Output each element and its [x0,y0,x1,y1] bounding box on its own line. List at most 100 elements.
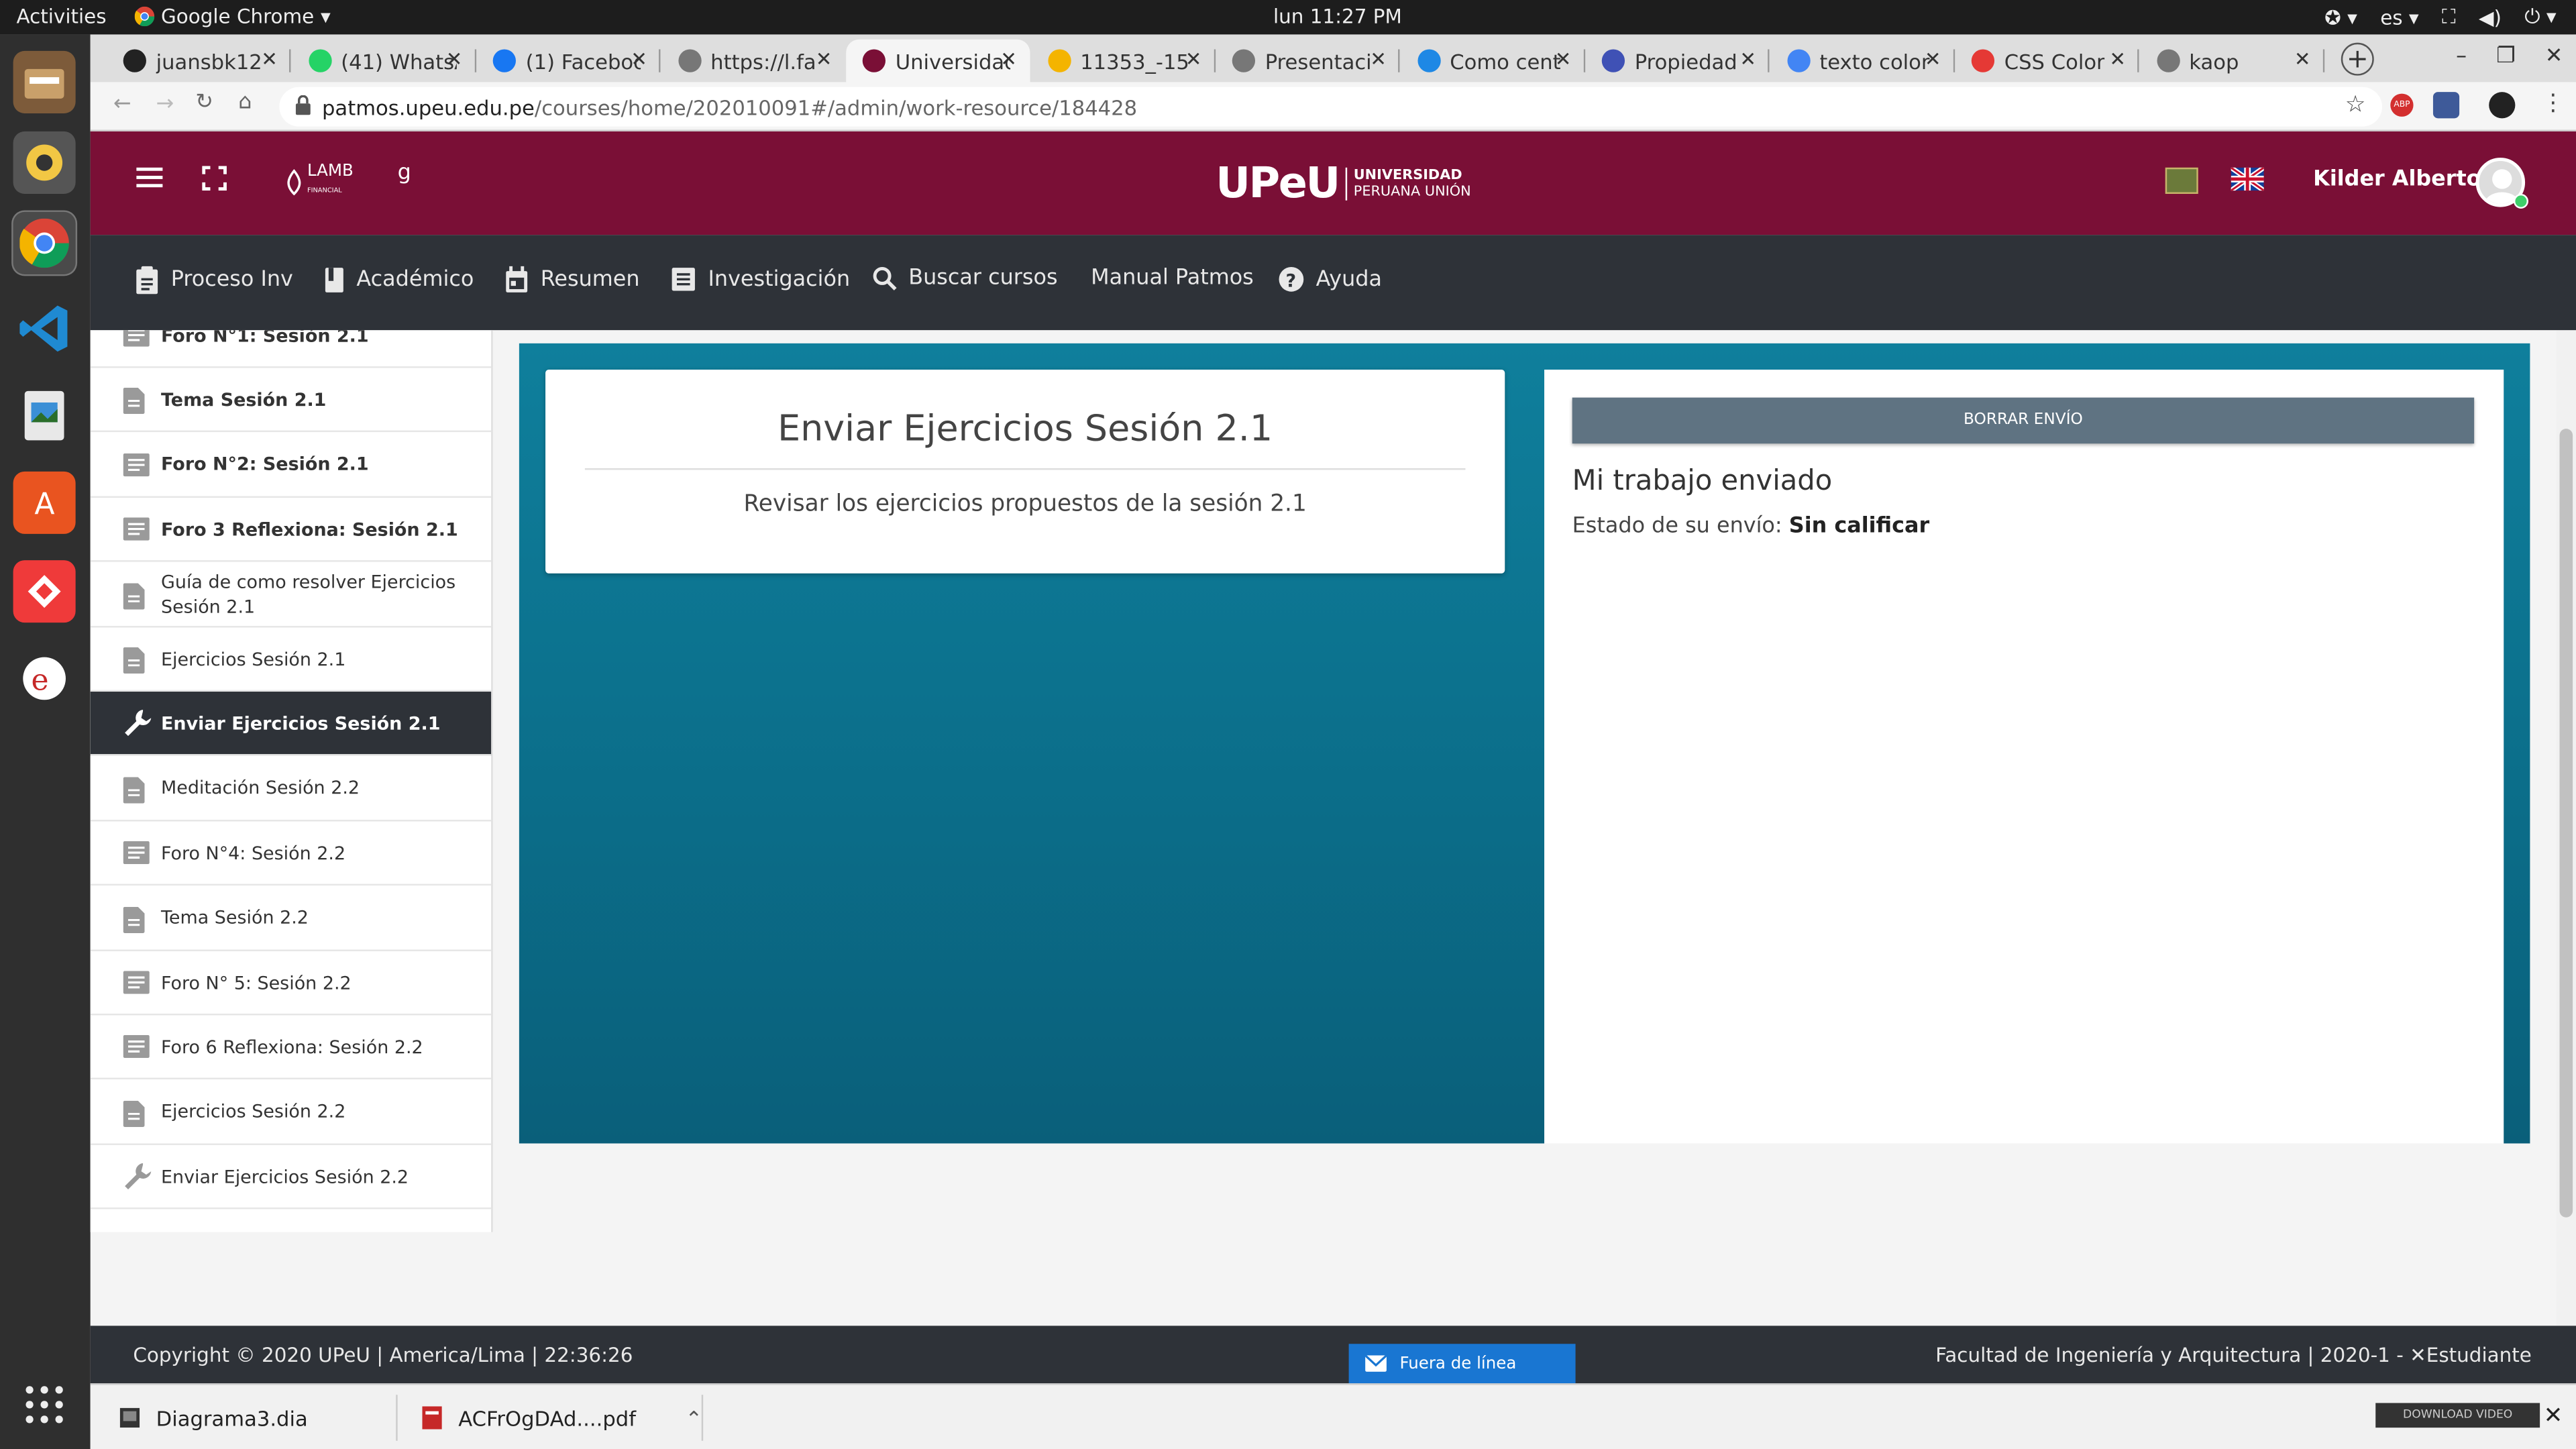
app-menu[interactable]: Google Chrome ▾ [134,5,331,28]
reload-icon[interactable]: ↻ [195,91,213,115]
close-tab-icon[interactable]: ✕ [1370,48,1387,70]
tab-9[interactable]: Propiedad ✕ [1585,40,1770,83]
tab-2[interactable]: (41) WhatsApp✕ [292,40,476,83]
sidebar-item[interactable]: Foro 6 Reflexiona: Sesión 2.2 [90,1016,492,1080]
nav-proceso-inv[interactable]: Proceso Inv [135,266,293,294]
nav-investigacion[interactable]: Investigación [670,266,850,292]
language-indicator[interactable]: es ▾ [2380,6,2419,29]
nav-ayuda[interactable]: ? Ayuda [1278,266,1382,292]
sidebar-item[interactable]: Guía de como resolver Ejercicios Sesión … [90,563,492,627]
page-scrollbar[interactable] [2556,330,2576,1326]
sidebar-item[interactable]: Meditación Sesión 2.2 [90,757,492,821]
status-value: Sin calificar [1788,514,1930,539]
tab-8[interactable]: Como cent ✕ [1401,40,1585,83]
sidebar-item[interactable]: Enviar Ejercicios Sesión 2.1 [90,692,492,757]
accessibility-icon[interactable]: ✪ ▾ [2324,6,2357,29]
close-tab-icon[interactable]: ✕ [1739,48,1756,70]
tab-5[interactable]: Universidad ✕ [846,39,1030,83]
hamburger-icon[interactable] [136,166,163,189]
software-center-icon[interactable]: A [13,471,76,534]
tab-3[interactable]: (1) Facebook✕ [476,40,661,83]
new-tab-button[interactable]: + [2341,42,2374,76]
close-tab-icon[interactable]: ✕ [631,48,647,70]
scrollbar-thumb[interactable] [2559,429,2573,1218]
g-icon[interactable]: g [398,161,411,186]
close-tab-icon[interactable]: ✕ [2109,48,2126,70]
nav-resumen[interactable]: Resumen [504,266,640,294]
chevron-up-icon[interactable]: ⌃ [685,1405,702,1430]
close-tab-icon[interactable]: ✕ [261,48,278,70]
tab-10[interactable]: texto color ✕ [1770,40,1955,83]
volume-icon[interactable]: ◀) [2479,6,2502,29]
show-applications-icon[interactable] [13,1373,76,1436]
activities-button[interactable]: Activities [16,5,106,28]
url-field[interactable]: patmos.upeu.edu.pe/courses/home/20201009… [279,87,2383,127]
nav-academico[interactable]: Académico [323,266,474,294]
language-label: es [2380,5,2403,29]
tab-11[interactable]: CSS Color ✕ [1955,40,2139,83]
close-tab-icon[interactable]: ✕ [816,48,833,70]
minimize-icon[interactable]: – [2456,44,2467,69]
download-item[interactable]: Diagrama3.dia ⌃ [119,1385,440,1449]
power-icon[interactable]: ⏻ ▾ [2524,5,2556,30]
rhythmbox-icon[interactable] [13,131,76,194]
sidebar-item[interactable]: Foro 3 Reflexiona: Sesión 2.1 [90,498,492,563]
delete-submission-button[interactable]: BORRAR ENVÍO [1572,397,2475,444]
sidebar-item-label: Foro N°1: Sesión 2.1 [161,330,369,346]
download-item[interactable]: ACFrOgDAd....pdf ⌃ [422,1385,702,1449]
close-tab-icon[interactable]: ✕ [446,48,463,70]
user-name[interactable]: Kilder Alberto [2313,168,2481,193]
system-tray[interactable]: ✪ ▾ es ▾ ⛶ ◀) ⏻ ▾ [2324,5,2556,30]
close-tab-icon[interactable]: ✕ [2294,48,2311,70]
tab-1[interactable]: juansbk12 ✕ [107,40,291,83]
sidebar-item[interactable]: Foro N°1: Sesión 2.1 [90,330,492,368]
sidebar-item[interactable]: Tema Sesión 2.1 [90,369,492,433]
sidebar-item[interactable]: Enviar Ejercicios Sesión 2.2 [90,1145,492,1210]
tab-6[interactable]: 11353_-15 ✕ [1031,40,1216,83]
favicon-icon [1786,49,1810,72]
download-video-badge[interactable]: DOWNLOAD VIDEO [2375,1403,2540,1428]
close-tab-icon[interactable]: ✕ [1925,48,1941,70]
evince-icon[interactable]: e [13,647,76,710]
sidebar-item[interactable]: Tema Sesión 2.2 [90,886,492,951]
anydesk-icon[interactable] [13,560,76,623]
home-icon[interactable]: ⌂ [238,91,252,115]
maximize-icon[interactable]: ❐ [2496,44,2516,69]
sidebar-item[interactable]: Foro N° 5: Sesión 2.2 [90,951,492,1016]
profile-icon[interactable] [2489,92,2516,119]
extension-icon[interactable] [2432,92,2460,119]
sidebar-item-label: Foro N° 5: Sesión 2.2 [161,971,352,994]
sidebar-item[interactable]: Foro N°4: Sesión 2.2 [90,822,492,886]
sidebar-item[interactable]: Ejercicios Sesión 2.2 [90,1081,492,1145]
close-window-icon[interactable]: ✕ [2545,44,2563,69]
flag-uk-icon[interactable] [2231,167,2264,191]
document-icon [123,1100,145,1127]
close-icon[interactable]: ✕ [2544,1403,2563,1429]
clock[interactable]: lun 11:27 PM [1273,5,1402,28]
menu-kebab-icon[interactable]: ⋮ [2542,91,2565,117]
offline-chat-button[interactable]: Fuera de línea [1348,1344,1576,1384]
close-tab-icon[interactable]: ✕ [1000,48,1017,70]
vscode-icon[interactable] [13,297,76,360]
sidebar-item[interactable]: Ejercicios Sesión 2.1 [90,628,492,692]
star-icon[interactable]: ☆ [2345,92,2366,118]
nav-manual-patmos[interactable]: Manual Patmos [1091,266,1254,291]
image-viewer-icon[interactable] [13,384,76,447]
upeu-logo[interactable]: UPeU UNIVERSIDAD PERUANA UNIÓN [1216,160,1471,209]
tab-4[interactable]: https://l.fa ✕ [661,40,845,83]
tab-7[interactable]: Presentaci ✕ [1216,40,1400,83]
close-tab-icon[interactable]: ✕ [1555,48,1572,70]
flag-es-icon[interactable] [2165,167,2198,194]
chrome-dock-icon[interactable] [13,211,76,274]
forward-icon[interactable]: → [156,92,174,117]
files-icon[interactable] [13,50,76,113]
nav-buscar-cursos[interactable]: Buscar cursos [872,266,1058,290]
lamb-logo[interactable]: LAMB FINANCIAL [284,164,354,199]
close-tab-icon[interactable]: ✕ [1185,48,1202,70]
sidebar-item[interactable]: Foro N°2: Sesión 2.1 [90,433,492,498]
network-icon[interactable]: ⛶ [2442,5,2456,30]
fullscreen-icon[interactable] [202,166,227,191]
tab-12[interactable]: kaop ✕ [2140,40,2324,83]
adblock-icon[interactable]: ABP [2390,93,2414,117]
back-icon[interactable]: ← [113,92,131,117]
